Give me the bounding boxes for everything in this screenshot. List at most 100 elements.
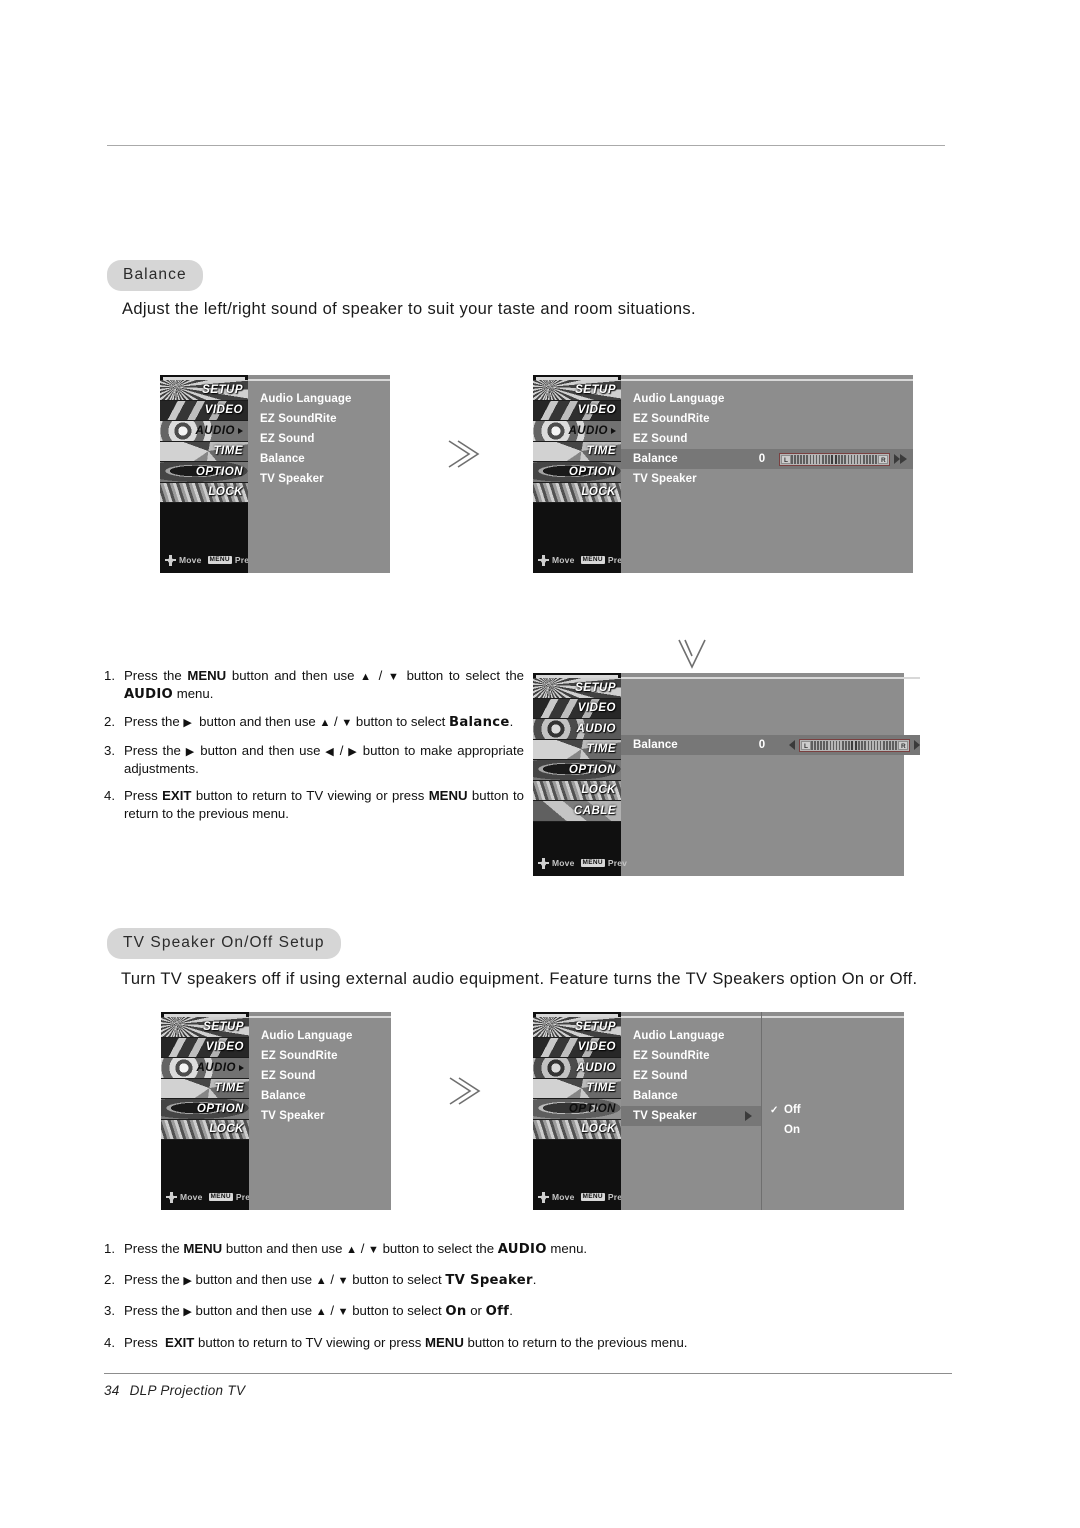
osd-menu-item-label: Balance — [633, 453, 678, 465]
osd-rail-item-option[interactable]: OPTION — [160, 462, 248, 483]
osd-category-rail: SETUP VIDEO AUDIO TIME OPTION LOCK Move MENU … — [533, 1012, 627, 1210]
osd-rail-item-option[interactable]: OPTION — [533, 462, 621, 483]
instruction-step: 2. Press the ▶ button and then use ▲ / ▼ … — [104, 713, 524, 732]
osd-menu-item-ez-soundrite[interactable]: EZ SoundRite — [621, 1046, 761, 1066]
balance-slider[interactable]: LR — [789, 738, 921, 752]
osd-menu-item-tv-speaker[interactable]: TV Speaker — [621, 1106, 761, 1126]
osd-rail-item-audio[interactable]: AUDIO — [533, 421, 621, 442]
osd-menu-item-audio-language[interactable]: Audio Language — [249, 1026, 391, 1046]
osd-rail-item-option[interactable]: OPTION — [161, 1099, 249, 1120]
slider-tick — [811, 740, 813, 750]
osd-rail-item-video[interactable]: VIDEO — [533, 1037, 621, 1058]
rail-list: SETUP VIDEO AUDIO TIME OPTION LOCK — [161, 1017, 249, 1140]
slider-increase-arrow-icon[interactable] — [914, 740, 921, 750]
osd-rail-item-audio[interactable]: AUDIO — [161, 1058, 249, 1079]
move-hint: Move — [166, 1191, 203, 1203]
osd-rail-item-setup[interactable]: SETUP — [161, 1017, 249, 1038]
osd-rail-item-setup[interactable]: SETUP — [533, 678, 621, 699]
osd-rail-item-time[interactable]: TIME — [533, 441, 621, 462]
osd-menu-item-label: Audio Language — [260, 393, 352, 405]
instructions-tv-speaker: 1. Press the MENU button and then use ▲ /… — [104, 1240, 804, 1364]
tv-speaker-option-label: Off — [784, 1104, 801, 1116]
osd-rail-item-time[interactable]: TIME — [533, 1078, 621, 1099]
osd-rail-item-audio[interactable]: AUDIO — [533, 719, 621, 740]
slider-tick — [856, 454, 859, 464]
osd-menu-item-audio-language[interactable]: Audio Language — [248, 389, 390, 409]
osd-menu-item-balance[interactable]: Balance 0 L R — [621, 449, 914, 469]
osd-menu-item-ez-sound[interactable]: EZ Sound — [621, 1066, 761, 1086]
osd-rail-item-setup[interactable]: SETUP — [533, 380, 621, 401]
osd-screenshot-audio-menu-2: SETUP VIDEO AUDIO TIME OPTION LOCK Move MENU … — [161, 1012, 391, 1210]
slider-tick — [847, 454, 850, 464]
flow-arrow-right-1 — [443, 437, 481, 476]
osd-rail-item-lock[interactable]: LOCK — [161, 1119, 249, 1140]
osd-menu-item-audio-language[interactable]: Audio Language — [621, 1026, 761, 1046]
osd-menu-item-ez-sound[interactable]: EZ Sound — [621, 429, 913, 449]
osd-menu-item-balance[interactable]: Balance — [248, 449, 390, 469]
slider-track-container: LR — [799, 738, 911, 752]
osd-rail-label: VIDEO — [577, 702, 616, 715]
osd-rail-item-audio[interactable]: AUDIO — [160, 421, 248, 442]
osd-rail-item-video[interactable]: VIDEO — [161, 1037, 249, 1058]
osd-menu-item-tv-speaker[interactable]: TV Speaker — [621, 469, 913, 489]
osd-rail-item-setup[interactable]: SETUP — [160, 380, 248, 401]
instruction-step: 1. Press the MENU button and then use ▲ /… — [104, 667, 524, 704]
osd-rail-label: OPTION — [568, 763, 616, 776]
osd-rail-item-lock[interactable]: LOCK — [533, 1119, 621, 1140]
osd-rail-item-video[interactable]: VIDEO — [533, 698, 621, 719]
osd-menu-item-label: Audio Language — [633, 1030, 725, 1042]
menu-key-icon: MENU — [207, 555, 232, 565]
osd-rail-item-video[interactable]: VIDEO — [533, 400, 621, 421]
osd-rail-label: AUDIO — [576, 1061, 616, 1074]
slider-tick — [832, 740, 835, 750]
osd-category-rail: SETUP VIDEO AUDIO TIME OPTION LOCK Move MENU … — [160, 375, 254, 573]
instruction-step-number: 1. — [104, 1241, 115, 1256]
osd-menu-item-audio-language[interactable]: Audio Language — [621, 389, 913, 409]
osd-menu-item-label: TV Speaker — [260, 473, 324, 485]
slider-tick — [848, 740, 850, 750]
slider-tick — [800, 454, 802, 464]
osd-menu-item-tv-speaker[interactable]: TV Speaker — [248, 469, 390, 489]
slider-tick — [826, 740, 829, 750]
osd-rail-label: OPTION — [196, 1102, 244, 1115]
osd-menu-item-ez-soundrite[interactable]: EZ SoundRite — [621, 409, 913, 429]
osd-rail-item-lock[interactable]: LOCK — [160, 482, 248, 503]
osd-rail-item-video[interactable]: VIDEO — [160, 400, 248, 421]
osd-rail-item-option[interactable]: OPTION — [533, 760, 621, 781]
osd-rail-item-lock[interactable]: LOCK — [533, 482, 621, 503]
osd-menu-item-ez-soundrite[interactable]: EZ SoundRite — [249, 1046, 391, 1066]
osd-rail-item-setup[interactable]: SETUP — [533, 1017, 621, 1038]
osd-menu-item-balance[interactable]: Balance — [621, 1086, 761, 1106]
osd-rail-item-cable[interactable]: CABLE — [533, 801, 621, 822]
osd-rail-label: SETUP — [203, 1020, 244, 1033]
osd-item-panel: Audio Language EZ SoundRite EZ Sound Balanc… — [621, 1012, 761, 1210]
osd-menu-item-ez-sound[interactable]: EZ Sound — [249, 1066, 391, 1086]
instruction-step-number: 2. — [104, 1272, 115, 1288]
osd-rail-item-audio[interactable]: AUDIO — [533, 1058, 621, 1079]
osd-menu-item-tv-speaker[interactable]: TV Speaker — [249, 1106, 391, 1126]
osd-rail-item-time[interactable]: TIME — [161, 1078, 249, 1099]
osd-rail-footer: Move MENU Prev — [533, 1184, 627, 1210]
osd-rail-item-time[interactable]: TIME — [533, 739, 621, 760]
osd-menu-item-balance[interactable]: Balance — [249, 1086, 391, 1106]
osd-rail-label: CABLE — [573, 804, 616, 817]
osd-rail-item-lock[interactable]: LOCK — [533, 780, 621, 801]
slider-tick — [815, 454, 818, 464]
tv-speaker-option-off[interactable]: ✓ Off — [762, 1100, 904, 1120]
osd-menu-item-balance[interactable]: Balance 0 L R — [621, 735, 921, 755]
slider-tick — [829, 740, 832, 750]
slider-tick — [873, 740, 876, 750]
osd-rail-item-time[interactable]: TIME — [160, 441, 248, 462]
move-label: Move — [552, 555, 575, 565]
balance-slider[interactable]: LR — [779, 452, 901, 466]
navigation-pad-icon — [166, 1191, 177, 1203]
osd-menu-item-ez-sound[interactable]: EZ Sound — [248, 429, 390, 449]
osd-rail-item-option[interactable]: OPTION — [533, 1099, 621, 1120]
navigation-pad-icon — [165, 554, 176, 566]
navigation-pad-icon — [538, 554, 549, 566]
slider-decrease-arrow-icon[interactable] — [789, 740, 795, 750]
instruction-step-text: Press the MENU button and then use ▲ / ▼… — [124, 1241, 588, 1257]
instruction-step-number: 1. — [104, 668, 115, 683]
tv-speaker-option-on[interactable]: On — [762, 1120, 904, 1140]
osd-menu-item-ez-soundrite[interactable]: EZ SoundRite — [248, 409, 390, 429]
